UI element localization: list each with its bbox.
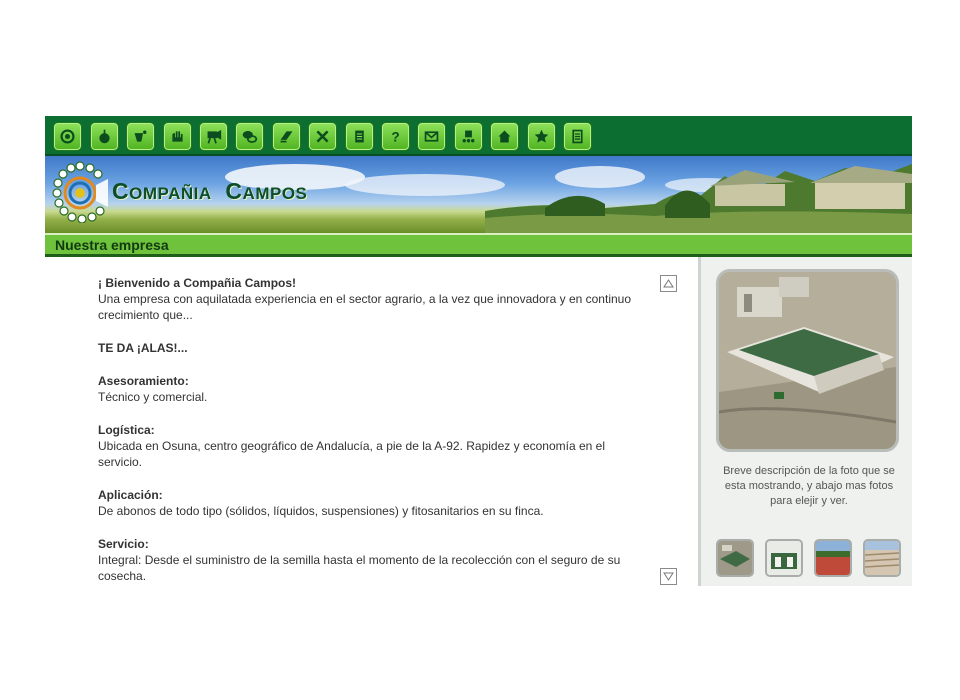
service-block: Aplicación: De abonos de todo tipo (sóli… [98, 487, 638, 519]
mail-icon[interactable] [417, 122, 446, 151]
brand-word: OMPAÑIA [129, 184, 212, 203]
photo-thumbnail[interactable] [716, 539, 754, 577]
tools-icon[interactable] [308, 122, 337, 151]
brand-word: AMPOS [242, 184, 308, 203]
icon-toolbar: ? [45, 116, 912, 156]
help-icon[interactable]: ? [381, 122, 410, 151]
service-text: Ubicada en Osuna, centro geográfico de A… [98, 439, 605, 469]
thumbnail-image [767, 541, 801, 575]
service-text: Técnico y comercial. [98, 390, 208, 404]
document-icon[interactable] [345, 122, 374, 151]
chat-icon[interactable] [235, 122, 264, 151]
service-block: Asesoramiento: Técnico y comercial. [98, 373, 638, 405]
service-block: Servicio: Integral: Desde el suministro … [98, 536, 638, 584]
service-title: Aplicación: [98, 488, 163, 502]
welcome-title: ¡ Bienvenido a Compañia Campos! [98, 276, 297, 290]
apple-icon[interactable] [90, 122, 119, 151]
scroll-up-button[interactable] [660, 275, 677, 292]
main-content: ¡ Bienvenido a Compañia Campos! Una empr… [45, 257, 701, 586]
thumbnail-image [865, 541, 899, 575]
thumbnail-image [816, 541, 850, 575]
service-title: Servicio: [98, 537, 149, 551]
photo-thumbnail[interactable] [863, 539, 901, 577]
welcome-block: ¡ Bienvenido a Compañia Campos! Una empr… [98, 275, 638, 323]
service-text: De abonos de todo tipo (sólidos, líquido… [98, 504, 544, 518]
home-icon[interactable] [490, 122, 519, 151]
brand-name: COMPAÑIA CAMPOS [112, 178, 307, 205]
welcome-text: Una empresa con aquilatada experiencia e… [98, 292, 632, 322]
thumbnail-image [718, 541, 752, 575]
section-title: Nuestra empresa [55, 237, 169, 253]
projector-icon[interactable] [199, 122, 228, 151]
glove-icon[interactable] [163, 122, 192, 151]
site-container: ? COMPAÑIA CAMPOS Nuestra empresa ¡ Bien… [45, 116, 912, 586]
landscape-illustration [485, 164, 912, 233]
service-text: Integral: Desde el suministro de la semi… [98, 553, 621, 583]
service-title: Logística: [98, 423, 155, 437]
photo-thumbnail[interactable] [814, 539, 852, 577]
star-icon[interactable] [527, 122, 556, 151]
aerial-facility-image [719, 272, 896, 449]
company-logo [52, 161, 108, 223]
scroll-down-button[interactable] [660, 568, 677, 585]
tagline: TE DA ¡ALAS!... [98, 341, 188, 355]
service-title: Asesoramiento: [98, 374, 189, 388]
section-bar: Nuestra empresa [45, 233, 912, 257]
team-icon[interactable] [454, 122, 483, 151]
photo-panel: Breve descripción de la foto que se esta… [701, 257, 912, 586]
brand-initial: C [225, 178, 243, 204]
photo-thumbnail[interactable] [765, 539, 803, 577]
main-photo[interactable] [716, 269, 899, 452]
book-icon[interactable] [272, 122, 301, 151]
svg-text:?: ? [391, 130, 399, 145]
photo-caption: Breve descripción de la foto que se esta… [723, 465, 895, 507]
service-block: Logística: Ubicada en Osuna, centro geog… [98, 422, 638, 470]
triangle-up-icon [663, 279, 674, 288]
cc-logo-icon[interactable] [53, 122, 82, 151]
triangle-down-icon [663, 572, 674, 581]
header-banner: COMPAÑIA CAMPOS [45, 156, 912, 233]
content-text: ¡ Bienvenido a Compañia Campos! Una empr… [98, 275, 638, 601]
tractor-icon[interactable] [126, 122, 155, 151]
brand-initial: C [112, 178, 130, 204]
cloud-shape [345, 174, 505, 196]
list-icon[interactable] [563, 122, 592, 151]
